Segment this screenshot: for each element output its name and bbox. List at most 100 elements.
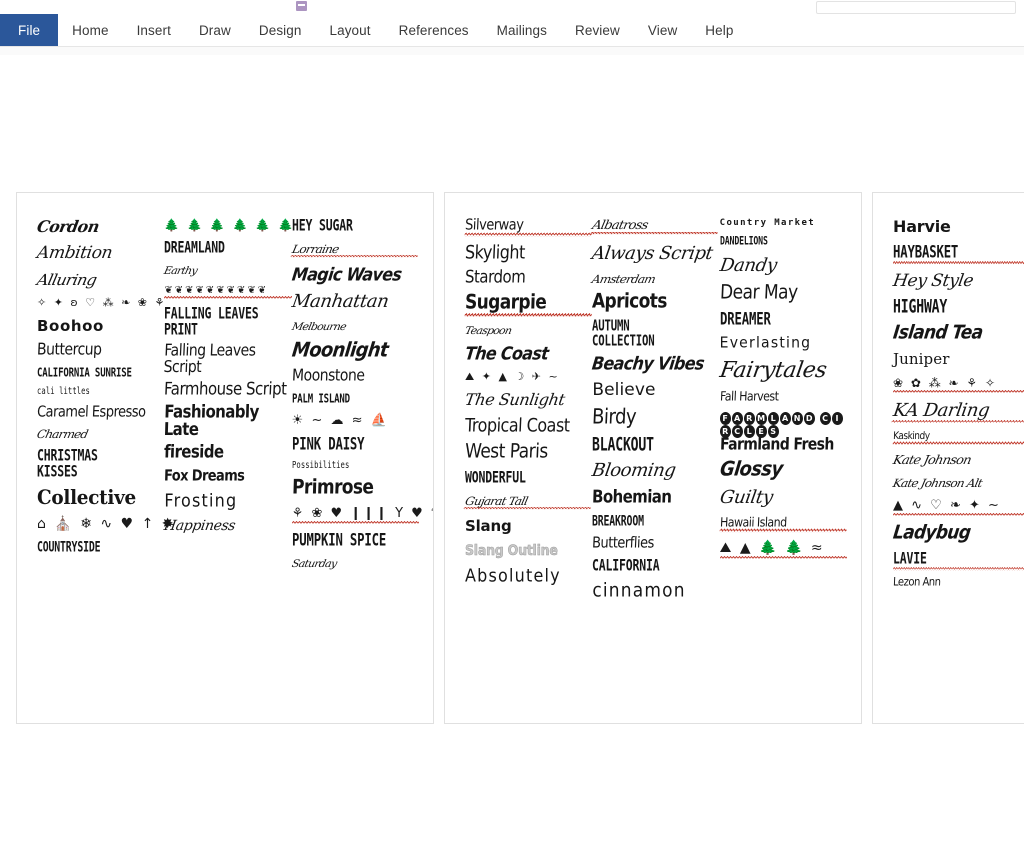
font-specimen-entry: Farmland Fresh: [719, 435, 834, 455]
font-specimen-entry: Fox Dreams: [164, 467, 245, 486]
font-specimen-entry: Tropical Coast: [464, 414, 571, 437]
font-specimen-entry: Earthy: [163, 264, 199, 277]
ribbon-tab-review[interactable]: Review: [561, 14, 634, 46]
ribbon-tab-help[interactable]: Help: [691, 14, 747, 46]
ribbon-tab-file[interactable]: File: [0, 14, 59, 46]
font-specimen-entry: Silverway: [464, 217, 593, 237]
font-specimen-entry: Amsterdam: [590, 271, 657, 286]
ribbon-tab-label: Design: [258, 22, 302, 38]
font-specimen-entry: Dear May: [719, 281, 798, 305]
ribbon-tab-label: View: [647, 22, 678, 38]
save-icon[interactable]: [296, 1, 307, 11]
font-specimen-entry: Farmhouse Script: [163, 378, 288, 400]
font-specimen-entry: BREAKROOM: [592, 512, 645, 529]
font-specimen-entry: PALM ISLAND: [291, 391, 350, 407]
font-specimen-entry: Fall Harvest: [719, 389, 779, 405]
font-specimen-entry: DREAMLAND: [164, 238, 226, 258]
ribbon-tab-label: Help: [705, 22, 734, 38]
font-specimen-entry: Kate Johnson Alt: [891, 476, 984, 490]
font-specimen-entry: Apricots: [592, 290, 668, 314]
document-page[interactable]: Silverway Skylight Stardom Sugarpie Teaspoon…: [444, 192, 862, 724]
ribbon-tab-list: File Home Insert Draw Design Layout References…: [0, 14, 1024, 46]
specimen-column: Silverway Skylight Stardom Sugarpie Teaspoon…: [463, 217, 594, 713]
ribbon-tab-label: File: [18, 22, 41, 38]
ribbon-tab-label: References: [398, 22, 469, 38]
font-specimen-entry: ❦❦❦❦❦❦❦❦❦❦: [164, 285, 292, 300]
page-content: Harvie HAYBASKET Hey Style HIGHWAY Island Te…: [873, 193, 1024, 723]
font-specimen-entry: ❀ ✿ ⁂ ❧ ⚘ ✧: [893, 376, 1024, 393]
ribbon-tab-layout[interactable]: Layout: [315, 14, 384, 46]
font-specimen-entry: Dandy: [718, 254, 778, 276]
font-specimen-entry: ⛰ ▲ 🌲 🌲 ≈: [719, 540, 847, 560]
search-box[interactable]: [816, 1, 1016, 14]
font-specimen-entry: HIGHWAY: [893, 295, 948, 318]
specimen-column: Harvie HAYBASKET Hey Style HIGHWAY Island Te…: [891, 218, 1024, 713]
font-specimen-entry: CALIFORNIA: [592, 556, 660, 576]
font-specimen-entry: Fashionably Late: [163, 401, 260, 441]
ribbon-tab-home[interactable]: Home: [58, 14, 122, 46]
font-specimen-entry: Frosting: [164, 489, 238, 511]
ribbon-tab-label: Draw: [198, 22, 231, 38]
font-specimen-entry: Buttercup: [36, 340, 102, 360]
font-specimen-entry: Moonstone: [291, 367, 365, 386]
font-specimen-entry: HAYBASKET: [893, 243, 1024, 265]
ribbon-tab-label: Home: [72, 22, 109, 38]
specimen-column: Country Market DANDELIONS Dandy Dear May DRE…: [717, 218, 848, 713]
document-page[interactable]: Cordon Ambition Alluring ✧ ✦ ʚ ♡ ⁂ ❧ ❀ ⚘ Boo…: [16, 192, 434, 724]
font-specimen-entry: HEY SUGAR: [291, 216, 353, 236]
font-specimen-entry: Glossy: [718, 457, 784, 482]
page-content: Cordon Ambition Alluring ✧ ✦ ʚ ♡ ⁂ ❧ ❀ ⚘ Boo…: [17, 193, 433, 723]
font-specimen-entry: Caramel Espresso: [36, 403, 146, 422]
ribbon-tab-design[interactable]: Design: [245, 14, 316, 46]
font-specimen-entry: Always Script: [590, 242, 715, 264]
font-specimen-entry: Collective: [37, 484, 136, 509]
quick-access-toolbar-strip: [0, 0, 1024, 14]
font-specimen-entry: Albatross: [590, 218, 722, 236]
page-list: Cordon Ambition Alluring ✧ ✦ ʚ ♡ ⁂ ❧ ❀ ⚘ Boo…: [16, 192, 1024, 724]
document-canvas[interactable]: Cordon Ambition Alluring ✧ ✦ ʚ ♡ ⁂ ❧ ❀ ⚘ Boo…: [0, 55, 1024, 859]
ribbon-tab-mailings[interactable]: Mailings: [483, 14, 561, 46]
font-specimen-entry: Island Tea: [891, 321, 984, 345]
font-specimen-entry: Fairytales: [717, 358, 828, 384]
font-specimen-entry: Falling Leaves Script: [163, 342, 257, 377]
ribbon-tab-draw[interactable]: Draw: [185, 14, 245, 46]
word-application-window: File Home Insert Draw Design Layout References…: [0, 0, 1024, 859]
ribbon-tab-label: Layout: [329, 22, 371, 38]
font-specimen-entry: AUTUMN COLLECTION: [592, 317, 655, 351]
ribbon-tab-view[interactable]: View: [634, 14, 691, 46]
ribbon-tab-label: Review: [575, 22, 620, 38]
font-specimen-entry: Guilty: [718, 487, 774, 509]
font-specimen-entry: Stardom: [464, 266, 526, 288]
font-specimen-entry: Slang: [465, 517, 512, 536]
font-specimen-entry: PUMPKIN SPICE: [291, 529, 386, 551]
specimen-column: Albatross Always Script Amsterdam Apricots A…: [590, 218, 722, 713]
specimen-column: 🌲 🌲 🌲 🌲 🌲 🌲 DREAMLAND Earthy ❦❦❦❦❦❦❦❦❦❦ FALL…: [163, 218, 293, 713]
font-specimen-entry: cinnamon: [592, 579, 686, 602]
ribbon-body: [0, 47, 1024, 55]
ribbon: File Home Insert Draw Design Layout References…: [0, 14, 1024, 46]
font-specimen-entry: Charmed: [35, 427, 89, 441]
font-specimen-entry: Melbourne: [290, 320, 347, 333]
font-specimen-entry: LAVIE: [893, 550, 1024, 571]
font-specimen-entry: fireside: [164, 441, 225, 463]
font-specimen-entry: The Coast: [463, 342, 550, 364]
font-specimen-entry: Hey Style: [891, 270, 975, 291]
font-specimen-entry: CALIFORNIA SUNRISE: [37, 364, 132, 380]
font-specimen-entry: WONDERFUL: [465, 468, 526, 488]
font-specimen-entry: Boohoo: [37, 316, 104, 335]
font-specimen-entry: Sugarpie: [464, 291, 593, 318]
font-specimen-entry: Skylight: [464, 240, 526, 264]
font-specimen-entry: Everlasting: [719, 334, 812, 353]
font-specimen-entry: FARMLAND C IR C L E S: [719, 411, 847, 438]
font-specimen-entry: Juniper: [893, 350, 950, 369]
font-specimen-entry: FALLING LEAVES PRINT: [164, 305, 259, 340]
font-specimen-entry: Saturday: [290, 557, 338, 570]
ribbon-tab-insert[interactable]: Insert: [123, 14, 185, 46]
document-page[interactable]: Harvie HAYBASKET Hey Style HIGHWAY Island Te…: [872, 192, 1024, 724]
font-specimen-entry: CHRISTMAS KISSES: [37, 446, 98, 481]
font-specimen-entry: ⛰ ✦ ▲ ☽ ✈ ~: [465, 370, 560, 384]
ribbon-tab-references[interactable]: References: [385, 14, 483, 46]
font-specimen-entry: Gujarat Tall: [463, 494, 594, 510]
font-specimen-entry: Lorraine: [290, 242, 421, 258]
font-specimen-entry: KA Darling: [891, 400, 1024, 424]
